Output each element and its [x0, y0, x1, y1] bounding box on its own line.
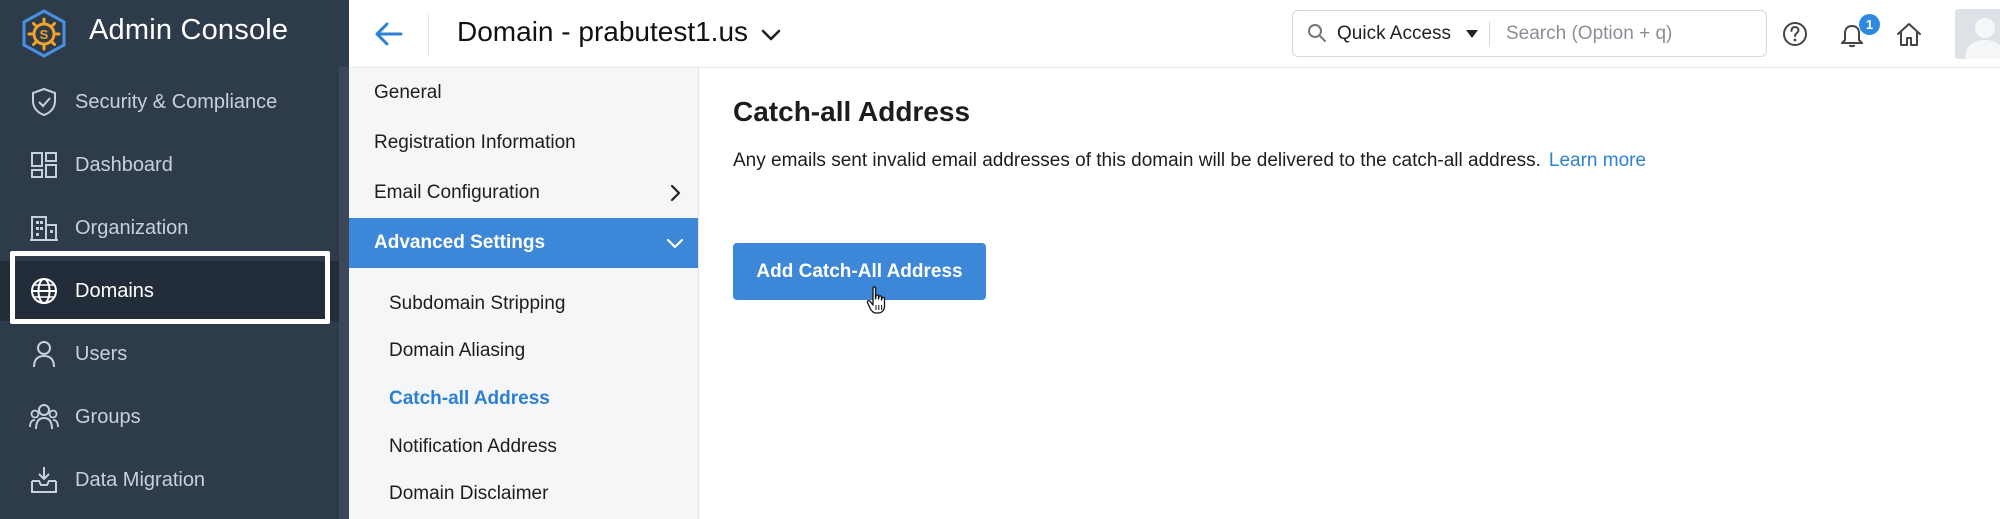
shield-check-icon	[32, 87, 56, 117]
search-icon	[1308, 24, 1326, 42]
sidebar-item-security-compliance[interactable]: Security & Compliance	[0, 72, 339, 132]
building-icon	[30, 216, 58, 241]
back-arrow-icon[interactable]	[371, 16, 407, 52]
sidebar-item-domains[interactable]: Domains	[0, 261, 339, 321]
app-title: Admin Console	[89, 14, 289, 46]
sidebar-item-label: Organization	[75, 216, 189, 239]
group-icon	[29, 404, 59, 430]
sidebar-item-data-migration[interactable]: Data Migration	[0, 450, 339, 510]
subnav-child-catch-all-address[interactable]: Catch-all Address	[349, 376, 698, 422]
chevron-right-icon	[670, 184, 681, 202]
dashboard-grid-icon	[31, 152, 57, 178]
sidebar-item-label: Security & Compliance	[75, 90, 278, 113]
page-title: Domain - prabutest1.us	[457, 16, 749, 47]
sidebar-item-dashboard[interactable]: Dashboard	[0, 135, 339, 195]
help-icon[interactable]	[1780, 19, 1810, 49]
quick-access-dropdown[interactable]: Quick Access	[1337, 23, 1451, 45]
avatar-placeholder-icon	[1965, 18, 2000, 59]
sidebar-item-label: Users	[75, 342, 128, 365]
inbox-download-icon	[31, 467, 57, 493]
sidebar-item-label: Domains	[75, 279, 154, 302]
subnav-child-label: Domain Disclaimer	[389, 483, 549, 504]
subnav-child-subdomain-stripping[interactable]: Subdomain Stripping	[349, 281, 698, 327]
subnav-child-label: Domain Aliasing	[389, 340, 526, 361]
caret-down-icon[interactable]	[1465, 29, 1479, 39]
search-divider	[1489, 21, 1490, 47]
subnav-item-label: Advanced Settings	[374, 232, 546, 253]
chevron-down-icon	[666, 238, 684, 249]
search-input[interactable]	[1500, 17, 1758, 50]
main-content: Catch-all Address Any emails sent invali…	[700, 68, 2000, 519]
top-header: Domain - prabutest1.us Quick Access 1	[349, 0, 2000, 68]
subnav-child-label: Notification Address	[389, 436, 557, 457]
subnav-child-label: Subdomain Stripping	[389, 293, 566, 314]
sidebar-item-users[interactable]: Users	[0, 324, 339, 384]
subnav-item-label: General	[374, 82, 442, 103]
sidebar-item-groups[interactable]: Groups	[0, 387, 339, 447]
sidebar: S Admin Console Security & Compliance Da…	[0, 0, 349, 519]
learn-more-link[interactable]: Learn more	[1549, 150, 1646, 171]
header-divider	[428, 13, 429, 55]
domain-settings-nav: General Registration Information Email C…	[349, 68, 699, 519]
chevron-down-icon[interactable]	[758, 22, 784, 48]
section-title: Catch-all Address	[733, 96, 971, 127]
subnav-item-registration-information[interactable]: Registration Information	[349, 118, 698, 168]
sidebar-scrollbar[interactable]	[339, 67, 349, 519]
notification-badge: 1	[1859, 14, 1880, 35]
section-description: Any emails sent invalid email addresses …	[733, 150, 1646, 172]
globe-icon	[31, 278, 57, 304]
home-icon[interactable]	[1894, 19, 1924, 49]
global-search-bar: Quick Access	[1292, 10, 1767, 57]
sidebar-item-organization[interactable]: Organization	[0, 198, 339, 258]
subnav-child-domain-disclaimer[interactable]: Domain Disclaimer	[349, 471, 698, 517]
user-avatar[interactable]	[1955, 9, 2000, 59]
add-catch-all-address-button[interactable]: Add Catch-All Address	[733, 243, 986, 300]
svg-text:S: S	[40, 27, 49, 42]
brand-header: S Admin Console	[0, 0, 349, 67]
subnav-item-label: Email Configuration	[374, 182, 540, 203]
sidebar-item-label: Groups	[75, 405, 141, 428]
subnav-item-advanced-settings[interactable]: Advanced Settings	[349, 218, 698, 268]
subnav-child-domain-aliasing[interactable]: Domain Aliasing	[349, 328, 698, 374]
admin-console-logo-icon: S	[22, 9, 66, 58]
subnav-item-label: Registration Information	[374, 132, 576, 153]
subnav-item-email-configuration[interactable]: Email Configuration	[349, 168, 698, 218]
subnav-item-general[interactable]: General	[349, 68, 698, 118]
user-icon	[33, 341, 55, 368]
sidebar-item-label: Dashboard	[75, 153, 173, 176]
subnav-child-label: Catch-all Address	[389, 388, 550, 409]
description-text: Any emails sent invalid email addresses …	[733, 150, 1541, 171]
sidebar-item-label: Data Migration	[75, 468, 206, 491]
subnav-child-notification-address[interactable]: Notification Address	[349, 424, 698, 470]
